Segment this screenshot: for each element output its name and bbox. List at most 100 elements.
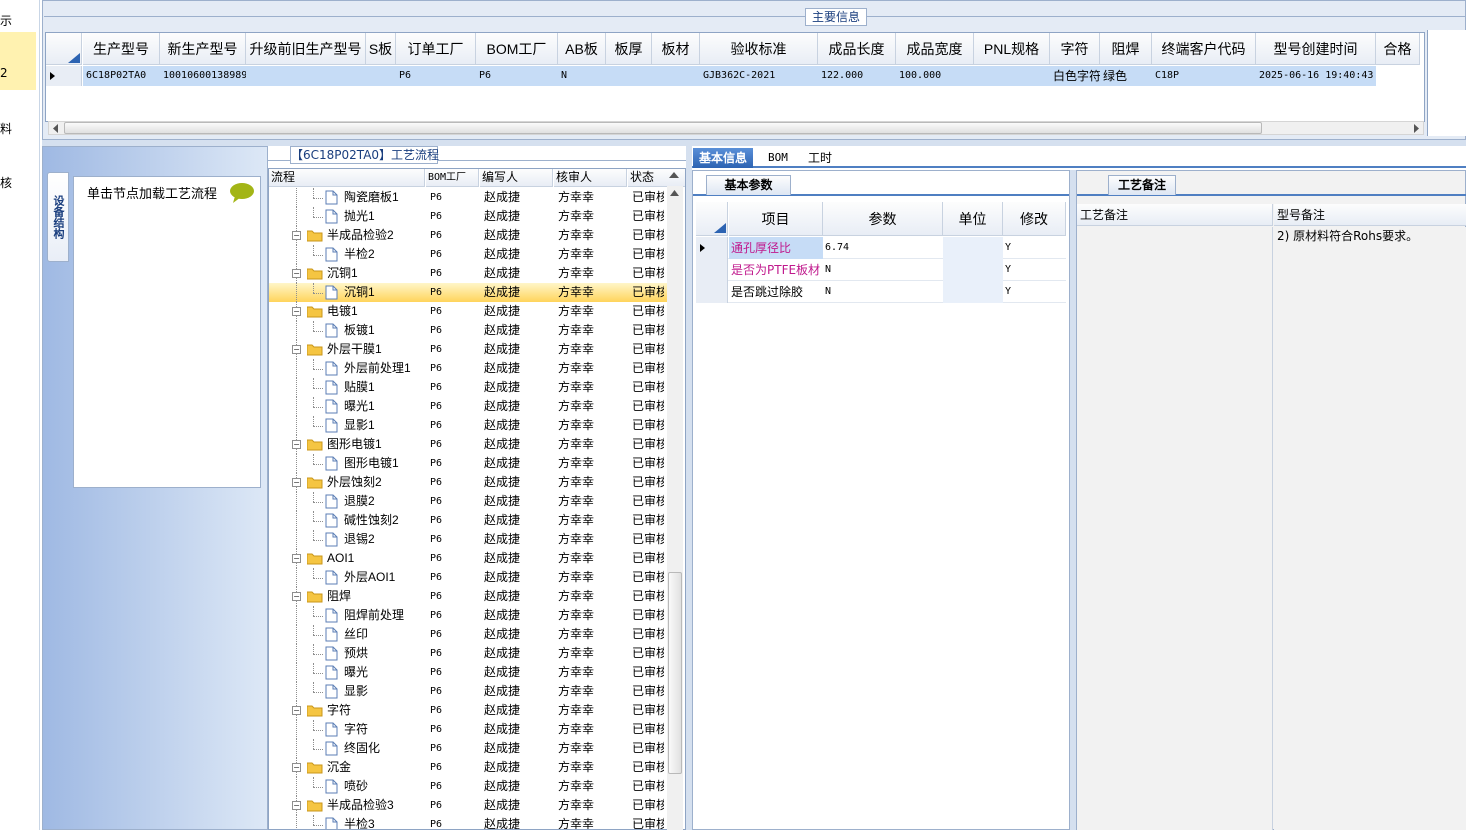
scroll-right-icon[interactable]	[1412, 124, 1420, 133]
column-header[interactable]: 阻焊	[1100, 33, 1152, 65]
column-header[interactable]: 成品长度	[818, 33, 896, 65]
collapse-icon[interactable]: −	[292, 592, 301, 601]
params-column-header[interactable]: 项目	[729, 202, 823, 236]
process-row[interactable]: − 沉金 P6 赵成捷 方幸幸 已审核	[269, 758, 669, 777]
process-row[interactable]: − 沉铜1 P6 赵成捷 方幸幸 已审核	[269, 264, 669, 283]
hscroll-thumb[interactable]	[64, 122, 1262, 134]
row-indicator[interactable]	[696, 281, 728, 303]
params-modify[interactable]: Y	[1003, 237, 1066, 259]
column-header[interactable]: 终端客户代码	[1152, 33, 1256, 65]
grid-cell[interactable]: P6	[396, 66, 476, 86]
process-column-header[interactable]: BOM工厂	[426, 169, 479, 187]
process-row[interactable]: 板镀1 P6 赵成捷 方幸幸 已审核	[269, 321, 669, 340]
params-row[interactable]: 是否跳过除胶 N Y	[696, 281, 1066, 303]
column-header[interactable]: 升级前旧生产型号	[246, 33, 366, 65]
tab-bom[interactable]: BOM	[762, 148, 794, 168]
column-header[interactable]: 型号创建时间	[1256, 33, 1376, 65]
process-row[interactable]: 沉铜1 P6 赵成捷 方幸幸 已审核	[269, 283, 669, 302]
params-grid[interactable]: 项目 参数 单位 修改 通孔厚径比 6.74 Y 是否为PTFE板材 N Y 是否跳过除胶 N Y	[696, 202, 1066, 303]
process-row[interactable]: − 外层蚀刻2 P6 赵成捷 方幸幸 已审核	[269, 473, 669, 492]
row-indicator[interactable]	[46, 66, 82, 86]
column-header[interactable]: 订单工厂	[396, 33, 476, 65]
grid-cell[interactable]: 6C18P02TA0	[83, 66, 160, 86]
process-row[interactable]: 喷砂 P6 赵成捷 方幸幸 已审核	[269, 777, 669, 796]
grid-cell[interactable]	[974, 66, 1050, 86]
params-modify[interactable]: Y	[1003, 281, 1066, 303]
column-header[interactable]: AB板	[558, 33, 606, 65]
collapse-icon[interactable]: −	[292, 269, 301, 278]
grid-cell[interactable]: 100.000	[896, 66, 974, 86]
process-row[interactable]: 阻焊前处理 P6 赵成捷 方幸幸 已审核	[269, 606, 669, 625]
tab-basic-params[interactable]: 基本参数	[706, 175, 791, 195]
process-row[interactable]: 外层前处理1 P6 赵成捷 方幸幸 已审核	[269, 359, 669, 378]
nav-item-2[interactable]: 2	[0, 32, 36, 90]
process-row[interactable]: − AOI1 P6 赵成捷 方幸幸 已审核	[269, 549, 669, 568]
nav-item-1[interactable]: 示	[0, 12, 36, 29]
process-row[interactable]: 显影1 P6 赵成捷 方幸幸 已审核	[269, 416, 669, 435]
tab-process-notes[interactable]: 工艺备注	[1108, 175, 1176, 195]
collapse-icon[interactable]: −	[292, 307, 301, 316]
params-value[interactable]: N	[823, 259, 943, 281]
column-header[interactable]: 板厚	[606, 33, 652, 65]
grid-cell[interactable]: N	[558, 66, 606, 86]
process-row[interactable]: 陶瓷磨板1 P6 赵成捷 方幸幸 已审核	[269, 188, 669, 207]
params-item[interactable]: 是否跳过除胶	[729, 281, 823, 303]
collapse-icon[interactable]: −	[292, 440, 301, 449]
process-row[interactable]: − 图形电镀1 P6 赵成捷 方幸幸 已审核	[269, 435, 669, 454]
collapse-icon[interactable]: −	[292, 478, 301, 487]
process-row[interactable]: − 外层干膜1 P6 赵成捷 方幸幸 已审核	[269, 340, 669, 359]
params-column-header[interactable]: 单位	[943, 202, 1003, 236]
process-column-header[interactable]: 流程	[269, 169, 425, 187]
process-row[interactable]: 终固化 P6 赵成捷 方幸幸 已审核	[269, 739, 669, 758]
scroll-left-icon[interactable]	[52, 124, 60, 133]
process-row[interactable]: 碱性蚀刻2 P6 赵成捷 方幸幸 已审核	[269, 511, 669, 530]
grid-cell[interactable]: 122.000	[818, 66, 896, 86]
column-header[interactable]: 验收标准	[700, 33, 818, 65]
collapse-icon[interactable]: −	[292, 801, 301, 810]
sort-up-icon[interactable]	[669, 172, 679, 178]
nav-item-3[interactable]: 料	[0, 120, 36, 137]
process-row[interactable]: 曝光1 P6 赵成捷 方幸幸 已审核	[269, 397, 669, 416]
process-row[interactable]: − 半成品检验3 P6 赵成捷 方幸幸 已审核	[269, 796, 669, 815]
params-item[interactable]: 通孔厚径比	[729, 237, 823, 259]
row-indicator[interactable]	[696, 237, 728, 259]
column-header[interactable]: 新生产型号	[160, 33, 246, 65]
process-row[interactable]: 字符 P6 赵成捷 方幸幸 已审核	[269, 720, 669, 739]
model-note-field[interactable]: 2) 原材料符合Rohs要求。	[1274, 227, 1466, 830]
process-column-header[interactable]: 核审人	[554, 169, 627, 187]
column-header[interactable]: 合格	[1376, 33, 1420, 65]
process-note-field[interactable]	[1077, 227, 1273, 830]
process-row[interactable]: − 半成品检验2 P6 赵成捷 方幸幸 已审核	[269, 226, 669, 245]
grid-cell[interactable]: C18P	[1152, 66, 1256, 86]
process-row[interactable]: 抛光1 P6 赵成捷 方幸幸 已审核	[269, 207, 669, 226]
vscroll-thumb[interactable]	[668, 572, 682, 774]
params-row[interactable]: 通孔厚径比 6.74 Y	[696, 237, 1066, 259]
process-row[interactable]: 图形电镀1 P6 赵成捷 方幸幸 已审核	[269, 454, 669, 473]
nav-item-4[interactable]: 核	[0, 174, 36, 191]
process-row[interactable]: − 电镀1 P6 赵成捷 方幸幸 已审核	[269, 302, 669, 321]
collapse-icon[interactable]: −	[292, 345, 301, 354]
grid-cell[interactable]	[366, 66, 396, 86]
params-column-header[interactable]: 修改	[1003, 202, 1066, 236]
process-row[interactable]: 贴膜1 P6 赵成捷 方幸幸 已审核	[269, 378, 669, 397]
node-box[interactable]	[73, 176, 261, 488]
process-row[interactable]: 半检3 P6 赵成捷 方幸幸 已审核	[269, 815, 669, 829]
process-row[interactable]: 曝光 P6 赵成捷 方幸幸 已审核	[269, 663, 669, 682]
params-unit[interactable]	[943, 281, 1003, 303]
process-row[interactable]: 外层AOI1 P6 赵成捷 方幸幸 已审核	[269, 568, 669, 587]
grid-cell[interactable]: 绿色	[1100, 66, 1152, 86]
process-row[interactable]: 退锡2 P6 赵成捷 方幸幸 已审核	[269, 530, 669, 549]
collapse-icon[interactable]: −	[292, 554, 301, 563]
process-row[interactable]: 显影 P6 赵成捷 方幸幸 已审核	[269, 682, 669, 701]
grid-cell[interactable]	[246, 66, 366, 86]
params-column-header[interactable]: 参数	[823, 202, 943, 236]
scroll-up-icon[interactable]	[670, 189, 679, 196]
row-indicator[interactable]	[696, 259, 728, 281]
process-row[interactable]: − 阻焊 P6 赵成捷 方幸幸 已审核	[269, 587, 669, 606]
params-value[interactable]: 6.74	[823, 237, 943, 259]
column-header[interactable]: 生产型号	[83, 33, 160, 65]
grid-cell[interactable]: 10010600138989	[160, 66, 246, 86]
grid-cell[interactable]: GJB362C-2021	[700, 66, 818, 86]
grid-cell[interactable]: 白色字符	[1050, 66, 1100, 86]
column-header[interactable]: BOM工厂	[476, 33, 558, 65]
